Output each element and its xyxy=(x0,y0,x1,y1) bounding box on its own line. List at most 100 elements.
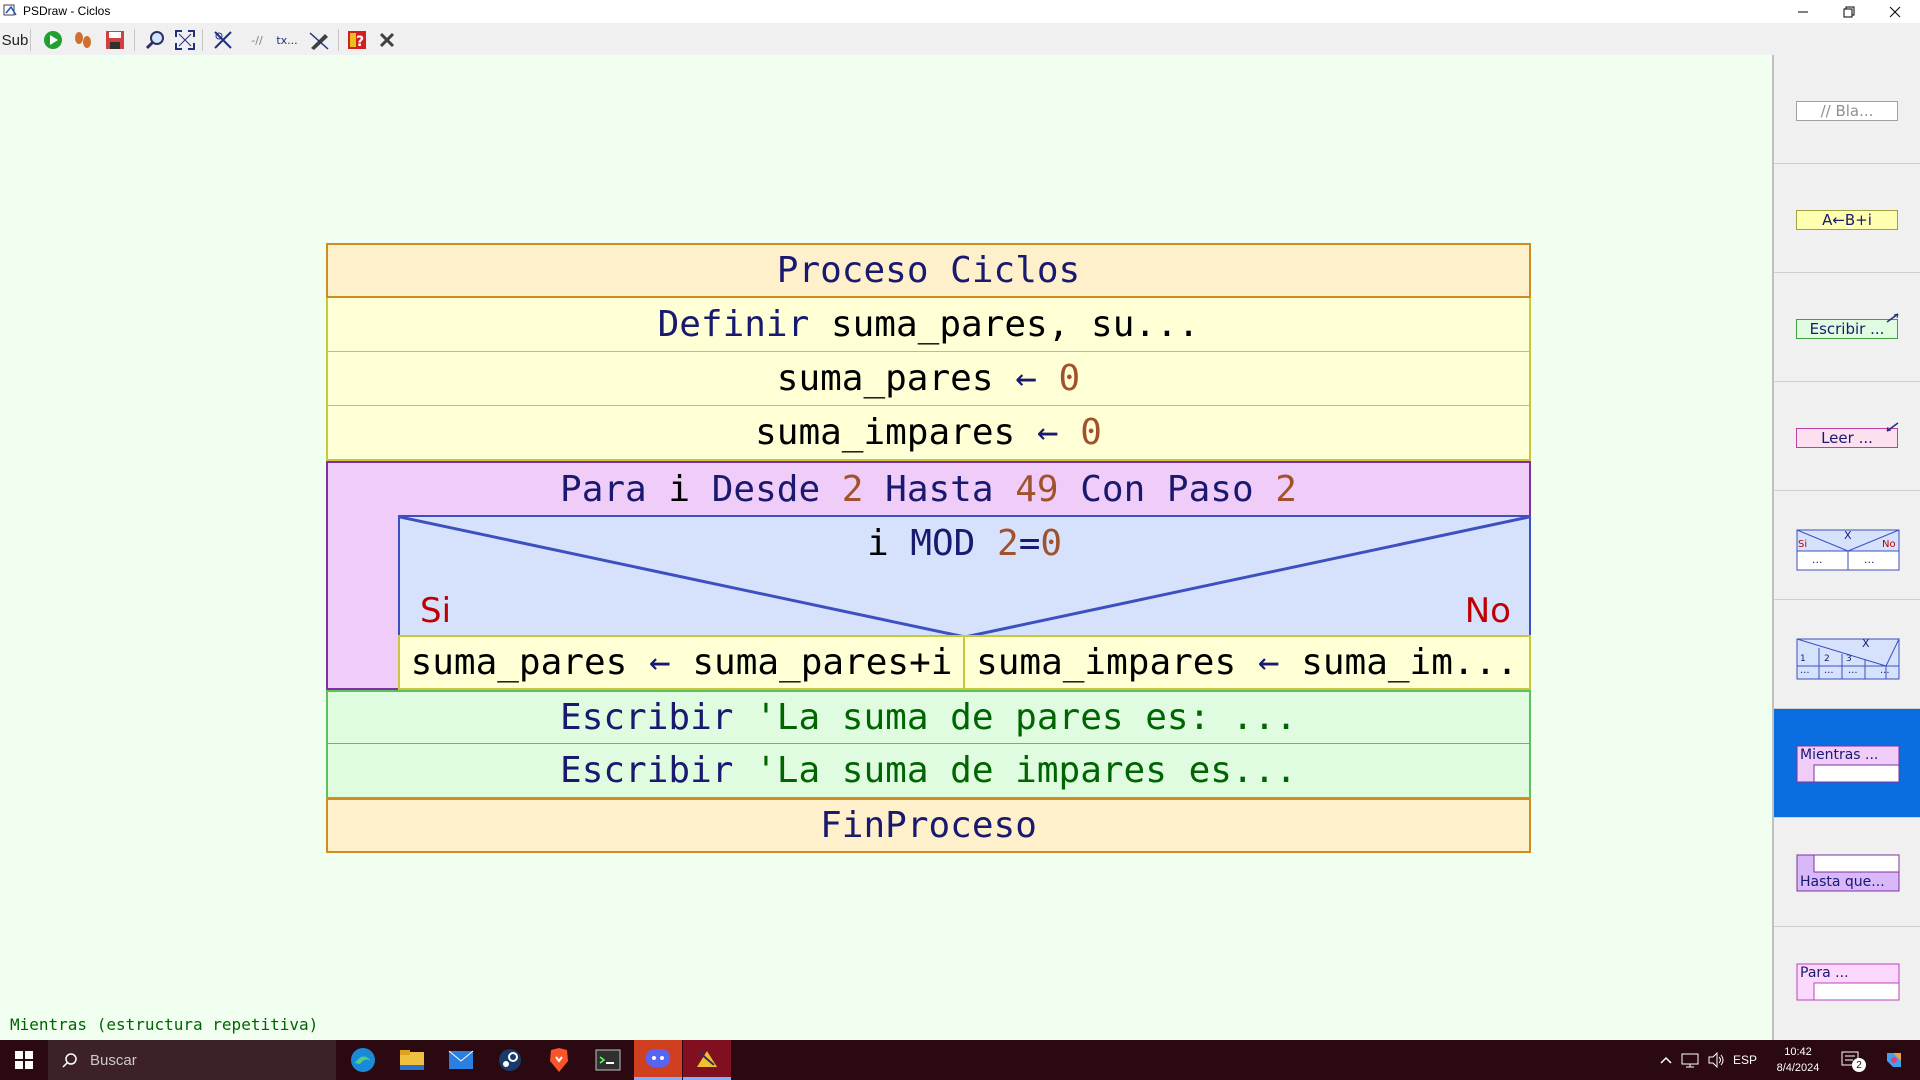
save-button[interactable] xyxy=(102,27,128,53)
minimize-button[interactable] xyxy=(1780,0,1826,23)
taskbar-discord[interactable] xyxy=(634,1040,682,1080)
toolbar-separator xyxy=(202,29,203,51)
block-definir[interactable]: Definir suma_pares, su... xyxy=(326,298,1531,353)
footsteps-icon xyxy=(75,32,91,48)
brave-icon xyxy=(550,1048,568,1072)
block-assign-suma-impares[interactable]: suma_impares ← 0 xyxy=(326,406,1531,461)
close-icon xyxy=(1889,6,1901,17)
palette-switch[interactable]: X 1 2 3 ... ... ... ... xyxy=(1774,600,1920,709)
if-sample-x: X xyxy=(1844,529,1852,542)
switch-sample-dots: ... xyxy=(1880,665,1890,676)
block-finproceso[interactable]: FinProceso xyxy=(326,798,1531,853)
assign-arrow: ← xyxy=(993,358,1059,399)
search-placeholder: Buscar xyxy=(90,1051,137,1069)
close-button[interactable] xyxy=(1872,0,1918,23)
pseint-icon xyxy=(697,1050,717,1067)
tray-copilot[interactable] xyxy=(1874,1040,1914,1080)
copilot-icon xyxy=(1887,1053,1901,1067)
palette-read[interactable]: Leer ... xyxy=(1774,382,1920,491)
para-to: 49 xyxy=(993,469,1081,510)
start-button[interactable] xyxy=(0,1040,48,1080)
assign-expr: suma_pares+i xyxy=(692,642,953,683)
palette-assign[interactable]: A←B+i xyxy=(1774,164,1920,273)
taskbar-mail[interactable] xyxy=(437,1040,485,1080)
write-sample: Escribir ... xyxy=(1796,319,1898,339)
tray-network[interactable] xyxy=(1678,1040,1702,1080)
assign-var: suma_impares xyxy=(755,412,1016,453)
cond-zero: 0 xyxy=(1040,522,1063,564)
close-diagram-button[interactable] xyxy=(374,27,400,53)
toolbar-separator xyxy=(30,29,31,51)
palette-repeat[interactable]: Hasta que... xyxy=(1774,818,1920,927)
app-icon xyxy=(3,4,17,16)
block-escribir-impares[interactable]: Escribir 'La suma de impares es... xyxy=(326,744,1531,799)
taskbar-steam[interactable] xyxy=(486,1040,534,1080)
tray-language[interactable]: ESP xyxy=(1730,1040,1760,1080)
help-button[interactable]: ? xyxy=(344,27,370,53)
mail-icon xyxy=(448,1050,474,1069)
repeat-sample-label: Hasta que... xyxy=(1800,874,1885,890)
assign-var: suma_pares xyxy=(410,642,628,683)
restore-icon xyxy=(1843,6,1855,17)
palette-for[interactable]: Para ... xyxy=(1774,927,1920,1036)
step-button[interactable] xyxy=(70,27,96,53)
comment-sample: // Bla... xyxy=(1796,101,1898,121)
toolbar-separator xyxy=(338,29,339,51)
palette-write[interactable]: Escribir ... xyxy=(1774,273,1920,382)
assign-var: suma_impares xyxy=(976,642,1237,683)
switch-sample-dots: ... xyxy=(1848,665,1858,676)
mod-keyword: MOD xyxy=(910,522,976,564)
switch-sample-dots: ... xyxy=(1824,665,1834,676)
block-proceso[interactable]: Proceso Ciclos xyxy=(326,243,1531,298)
assign-arrow: ← xyxy=(1236,642,1302,683)
block-assign-suma-pares[interactable]: suma_pares ← 0 xyxy=(326,352,1531,407)
para-keyword: Para xyxy=(560,469,647,510)
escribir-string: 'La suma de impares es... xyxy=(733,750,1297,791)
taskbar-pseint[interactable] xyxy=(683,1040,731,1080)
play-icon xyxy=(44,31,62,49)
assign-value: 0 xyxy=(1058,358,1081,399)
tray-volume[interactable] xyxy=(1704,1040,1728,1080)
switch-sample-x: X xyxy=(1862,637,1870,650)
variables-button[interactable] xyxy=(210,27,236,53)
comments-button[interactable]: -// xyxy=(244,27,270,53)
notification-badge: 2 xyxy=(1852,1058,1866,1072)
taskbar-app-terminal[interactable] xyxy=(584,1040,632,1080)
taskbar-search[interactable]: Buscar xyxy=(48,1040,336,1080)
branch-no-assign[interactable]: suma_impares ← suma_im... xyxy=(963,635,1531,690)
escribir-keyword: Escribir xyxy=(560,750,734,791)
palette-comment[interactable]: // Bla... xyxy=(1774,55,1920,164)
tray-notifications[interactable]: 2 xyxy=(1836,1040,1866,1080)
block-si-condition[interactable]: i MOD 2 = 0 Si No xyxy=(398,515,1531,637)
tray-overflow[interactable] xyxy=(1656,1040,1676,1080)
cond-var: i xyxy=(866,522,911,564)
palette-while[interactable]: Mientras ... xyxy=(1774,709,1920,818)
assign-var: suma_pares xyxy=(776,358,994,399)
con-paso-keyword: Con Paso xyxy=(1080,469,1254,510)
switch-sample-1: 1 xyxy=(1800,654,1806,664)
taskbar-brave[interactable] xyxy=(535,1040,583,1080)
edge-icon xyxy=(351,1048,375,1072)
escribir-string: 'La suma de pares es: ... xyxy=(733,697,1297,738)
run-button[interactable] xyxy=(40,27,66,53)
assign-expr: suma_im... xyxy=(1301,642,1518,683)
taskbar-clock[interactable]: 10:42 8/4/2024 xyxy=(1768,1044,1828,1076)
definir-keyword: Definir xyxy=(657,304,810,345)
diagram-icon xyxy=(214,31,232,49)
edit-button[interactable] xyxy=(306,27,332,53)
text-button[interactable]: tx... xyxy=(274,27,300,53)
terminal-icon xyxy=(595,1049,621,1071)
close-icon xyxy=(379,32,395,48)
restore-button[interactable] xyxy=(1826,0,1872,23)
branch-si-assign[interactable]: suma_pares ← suma_pares+i xyxy=(398,635,965,690)
taskbar-edge[interactable] xyxy=(339,1040,387,1080)
taskbar-file-explorer[interactable] xyxy=(388,1040,436,1080)
zoom-button[interactable] xyxy=(142,27,168,53)
block-escribir-pares[interactable]: Escribir 'La suma de pares es: ... xyxy=(326,690,1531,745)
para-header[interactable]: Para i Desde 2 Hasta 49 Con Paso 2 xyxy=(328,463,1529,516)
palette-if[interactable]: X Si No ... ... xyxy=(1774,491,1920,600)
sub-button[interactable]: Sub xyxy=(2,27,29,53)
condition-expression: i MOD 2 = 0 xyxy=(400,517,1529,569)
magnifier-icon xyxy=(145,31,164,50)
fit-button[interactable] xyxy=(172,27,198,53)
